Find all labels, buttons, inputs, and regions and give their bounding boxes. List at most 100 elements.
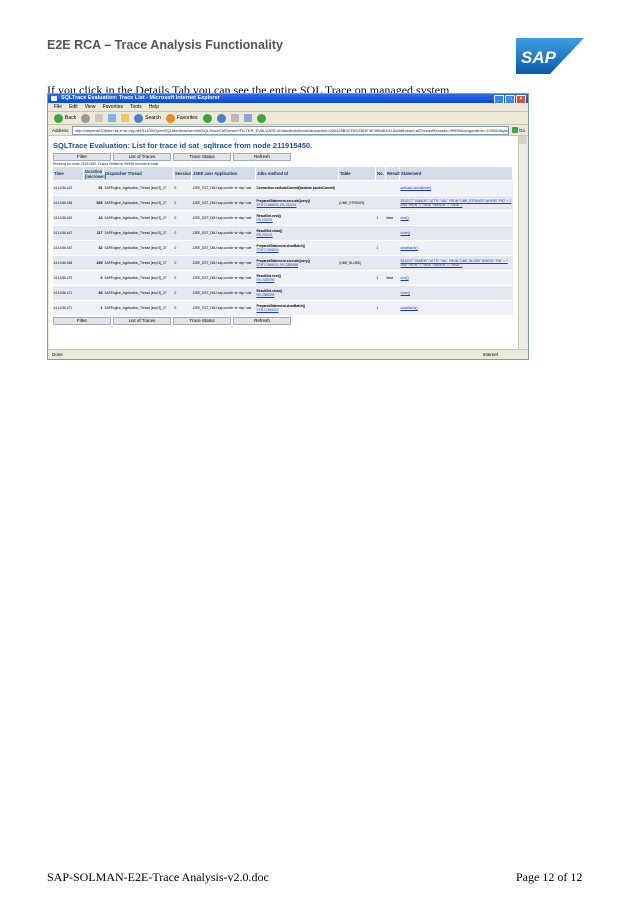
jdbc-id-link[interactable]: STMT-2046920 [257, 308, 279, 312]
refresh-button[interactable]: Refresh [233, 153, 291, 161]
search-button[interactable]: Search [134, 113, 161, 123]
statement-link[interactable]: next() [401, 276, 409, 280]
cell-table [338, 210, 376, 226]
menu-edit[interactable]: Edit [69, 104, 78, 110]
action-buttons-bottom: Filter List of Traces Trace Status Refre… [49, 317, 518, 325]
cell-table: [UME_STRINGS] [338, 195, 376, 211]
cell-session: 0 [173, 285, 192, 301]
cell-user: J2EE_GST_DMJ sap.com/tc~sl~dsp~ode [191, 255, 256, 271]
messenger-icon[interactable] [256, 113, 266, 123]
cell-result [385, 300, 400, 316]
statement-link[interactable]: next() [401, 216, 409, 220]
maximize-icon[interactable]: □ [505, 95, 515, 104]
cell-result: false [385, 210, 400, 226]
menu-tools[interactable]: Tools [130, 104, 142, 110]
vertical-scrollbar[interactable] [518, 136, 527, 349]
cell-time: 14:14:56.471 [52, 300, 84, 316]
cell-no [375, 285, 386, 301]
cell-session: 0 [173, 255, 192, 271]
statement-link[interactable]: close() [401, 291, 411, 295]
cell-user: J2EE_GST_DMJ sap.com/tc~sl~dsp~ode [191, 210, 256, 226]
list-of-traces-button-bottom[interactable]: List of Traces [113, 317, 171, 325]
filter-button-bottom[interactable]: Filter [53, 317, 111, 325]
cell-result: false [385, 270, 400, 286]
jdbc-id-link[interactable]: STMT-2048830 [257, 248, 279, 252]
statement-link[interactable]: SELECT "VAMEIR","ATTR","VAL" FROM "UME_B… [401, 259, 508, 267]
stop-icon[interactable] [95, 114, 104, 122]
statement-link[interactable]: SELECT "VAMEIR","ATTR","VAL" FROM "UME_S… [401, 199, 512, 207]
back-button[interactable]: Back [54, 113, 76, 123]
favorites-button[interactable]: Favorites [165, 113, 198, 123]
go-button[interactable]: Go [511, 127, 528, 133]
window-title: SQLTrace Evaluation: Trace List - Micros… [61, 95, 220, 101]
table-row: 14:14:56.456 669 SAPEngine_Application_Thr… [52, 195, 513, 211]
cell-method: ResultSet.next() RS-2385095 [255, 270, 339, 286]
cell-no: 1 [375, 300, 386, 316]
refresh-button-bottom[interactable]: Refresh [233, 317, 291, 325]
address-input[interactable]: http://amperd0108den.ss.rf.sit.org.net:5… [71, 125, 509, 135]
cell-no: 1 [375, 210, 386, 226]
col-user-application: J2EE user Application [191, 166, 256, 181]
statement-link[interactable]: close() [401, 231, 411, 235]
home-icon[interactable] [121, 114, 130, 122]
mail-icon[interactable] [216, 113, 226, 123]
cell-no: 1 [375, 240, 386, 256]
jdbc-id-link[interactable]: RS-2385095 [257, 278, 275, 282]
trace-status-button[interactable]: Trace Status [173, 153, 231, 161]
trace-status-button-bottom[interactable]: Trace Status [173, 317, 231, 325]
list-of-traces-button[interactable]: List of Traces [113, 153, 171, 161]
edit-icon[interactable] [243, 114, 252, 122]
cell-user: J2EE_GST_DMJ sap.com/tc~sl~dsp~ode [191, 300, 256, 316]
browser-window: SQLTrace Evaluation: Trace List - Micros… [47, 93, 529, 360]
cell-duration: 117 [83, 225, 104, 241]
ie-icon [51, 96, 57, 101]
refresh-icon[interactable] [108, 114, 117, 122]
jdbc-id-link[interactable]: STMT-1046830, RS-232001 [257, 203, 297, 207]
jdbc-id-link[interactable]: STMT-2046920, RS-2385095 [257, 263, 299, 267]
history-icon[interactable] [202, 113, 212, 123]
menu-file[interactable]: File [54, 104, 62, 110]
cell-result [385, 195, 400, 211]
statement-link[interactable]: setAutoCommit(false) [401, 186, 432, 190]
col-session: Session [173, 166, 192, 181]
minimize-icon[interactable]: _ [494, 95, 504, 104]
action-buttons-top: Filter List of Traces Trace Status Refre… [49, 153, 518, 161]
cell-table [338, 285, 376, 301]
cell-statement: next() [399, 210, 513, 226]
cell-session: 0 [173, 180, 192, 196]
cell-result [385, 225, 400, 241]
cell-table [338, 240, 376, 256]
cell-thread: SAPEngine_Application_Thread [impl:3]_27 [103, 210, 174, 226]
table-row: 14:14:56.470 6 SAPEngine_Application_Threa… [52, 270, 513, 286]
filter-button[interactable]: Filter [53, 153, 111, 161]
col-jdbc-method: Jdbc method Id [255, 166, 339, 181]
jdbc-id-link[interactable]: RS-232001 [257, 233, 273, 237]
forward-arrow-icon[interactable] [81, 113, 91, 123]
cell-statement: clearBatch() [399, 240, 513, 256]
statement-link[interactable]: clearBatch() [401, 306, 418, 310]
cell-thread: SAPEngine_Application_Thread [impl:3]_27 [103, 300, 174, 316]
table-row: 14:14:56.468 249 SAPEngine_Application_Thr… [52, 255, 513, 271]
cell-user: J2EE_GST_DMJ sap.com/tc~sl~dsp~ode [191, 195, 256, 211]
jdbc-id-link[interactable]: RS-232001 [257, 218, 273, 222]
trace-table-body: 14:14:56.422 51 SAPEngine_Application_Thre… [52, 180, 513, 316]
jdbc-id-link[interactable]: RS-2385095 [257, 293, 275, 297]
close-icon[interactable]: × [516, 95, 526, 104]
cell-session: 0 [173, 300, 192, 316]
sap-logo: SAP [516, 38, 584, 74]
cell-thread: SAPEngine_Application_Thread [impl:3]_27 [103, 285, 174, 301]
cell-no [375, 255, 386, 271]
statement-link[interactable]: clearBatch() [401, 246, 418, 250]
menu-help[interactable]: Help [149, 104, 159, 110]
footer-filename: SAP-SOLMAN-E2E-Trace Analysis-v2.0.doc [47, 870, 269, 884]
back-arrow-icon [54, 113, 63, 123]
cell-thread: SAPEngine_Application_Thread [impl:3]_27 [103, 255, 174, 271]
go-arrow-icon [511, 127, 518, 133]
cell-session: 0 [173, 225, 192, 241]
menu-view[interactable]: View [85, 104, 96, 110]
print-icon[interactable] [230, 114, 239, 122]
menu-favorites[interactable]: Favorites [102, 104, 123, 110]
address-bar: Address http://amperd0108den.ss.rf.sit.o… [48, 125, 528, 136]
cell-method: ResultSet.close() RS-2385095 [255, 285, 339, 301]
cell-result [385, 255, 400, 271]
